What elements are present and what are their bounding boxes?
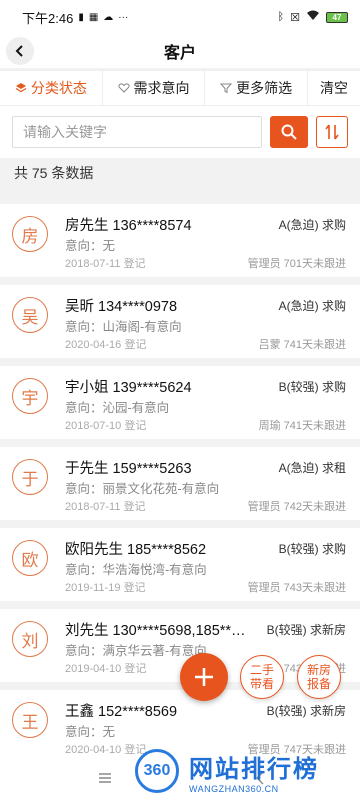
register-date: 2018-07-10 登记 <box>65 420 147 432</box>
register-date: 2019-11-19 登记 <box>65 582 146 594</box>
filter-category-label: 分类状态 <box>30 80 87 96</box>
watermark-logo: 360 <box>135 749 179 793</box>
customer-card[interactable]: 欧 欧阳先生 185****8562 B(较强) 求购 意向：华浩海悦湾-有意向… <box>0 528 360 601</box>
customer-intent: 意向：满京华云著-有意向 <box>65 644 207 658</box>
bluetooth-icon: ᛒ <box>277 11 285 23</box>
search-button[interactable] <box>270 116 308 148</box>
photo-icon: ▦ <box>88 11 99 23</box>
avatar: 欧 <box>12 540 48 576</box>
followup-status: 管理员 701天未跟进 <box>247 258 346 270</box>
customer-intent: 意向：华浩海悦湾-有意向 <box>65 563 207 577</box>
nav-bar: 客户 <box>0 34 360 68</box>
filter-more-label: 更多筛选 <box>236 80 293 96</box>
customer-card[interactable]: 宇 宇小姐 139****5624 B(较强) 求购 意向：沁园-有意向 201… <box>0 366 360 439</box>
customer-intent: 意向：沁园-有意向 <box>65 401 170 415</box>
customer-grade: A(急迫) 求购 <box>278 218 346 232</box>
filter-more[interactable]: 更多筛选 <box>205 71 309 105</box>
cloud-icon: ☁ <box>103 11 114 23</box>
filter-demand[interactable]: 需求意向 <box>103 71 206 105</box>
followup-status: 管理员 742天未跟进 <box>247 501 346 513</box>
sort-arrows-icon <box>325 124 339 140</box>
search-placeholder: 请输入关键字 <box>23 124 107 140</box>
sort-button[interactable] <box>316 116 348 148</box>
watermark-url: WANGZHAN360.CN <box>189 783 279 794</box>
wifi-icon <box>306 10 320 24</box>
add-customer-button[interactable] <box>180 653 228 701</box>
customer-name: 欧阳先生 185****8562 <box>65 542 207 558</box>
customer-grade: A(急迫) 求租 <box>278 461 346 475</box>
customer-intent: 意向：无 <box>65 239 116 253</box>
watermark: 360 网站排行榜 WANGZHAN360.CN <box>135 742 360 800</box>
customer-name: 宇小姐 139****5624 <box>65 380 192 396</box>
avatar: 王 <box>12 702 48 738</box>
customer-grade: B(较强) 求新房 <box>266 704 346 718</box>
search-input[interactable]: 请输入关键字 <box>12 116 262 148</box>
heart-icon <box>117 83 130 93</box>
customer-card[interactable]: 于 于先生 159****5263 A(急迫) 求租 意向：丽景文化花苑-有意向… <box>0 447 360 520</box>
customer-intent: 意向：山海阁-有意向 <box>65 320 182 334</box>
battery-icon: 47 <box>326 11 348 23</box>
result-count: 共 75 条数据 <box>0 158 360 188</box>
register-date: 2018-07-11 登记 <box>65 501 146 513</box>
back-button[interactable] <box>6 37 34 65</box>
search-row: 请输入关键字 <box>0 106 360 158</box>
followup-status: 吕蒙 741天未跟进 <box>258 339 346 351</box>
menu-icon[interactable] <box>98 772 112 784</box>
avatar: 宇 <box>12 378 48 414</box>
customer-card[interactable]: 房 房先生 136****8574 A(急迫) 求购 意向：无 2018-07-… <box>0 204 360 277</box>
customer-name: 房先生 136****8574 <box>65 218 192 234</box>
trash-icon: ▮ <box>78 11 84 23</box>
chevron-left-icon <box>15 45 23 57</box>
clear-label: 清空 <box>320 80 349 96</box>
filter-category[interactable]: 分类状态 <box>0 71 103 105</box>
watermark-title: 网站排行榜 <box>189 755 319 783</box>
customer-grade: B(较强) 求新房 <box>266 623 346 637</box>
followup-status: 周瑜 741天未跟进 <box>258 420 346 432</box>
customer-grade: A(急迫) 求购 <box>278 299 346 313</box>
result-count-text: 共 75 条数据 <box>14 165 94 181</box>
customer-intent: 意向：丽景文化花苑-有意向 <box>65 482 220 496</box>
page-title: 客户 <box>163 45 196 62</box>
status-bar: 下午2:46 ▮ ▦ ☁ ··· ᛒ ☒ 47 <box>0 0 360 34</box>
avatar: 房 <box>12 216 48 252</box>
register-date: 2020-04-16 登记 <box>65 339 147 351</box>
register-date: 2018-07-11 登记 <box>65 258 146 270</box>
avatar: 于 <box>12 459 48 495</box>
second-hand-viewing-button[interactable]: 二手 带看 <box>240 655 284 699</box>
clear-filters-button[interactable]: 清空 <box>308 71 360 105</box>
new-house-report-button[interactable]: 新房 报备 <box>297 655 341 699</box>
customer-name: 吴昕 134****0978 <box>65 299 178 315</box>
filter-demand-label: 需求意向 <box>133 80 190 96</box>
status-time: 下午2:46 <box>22 10 74 26</box>
customer-intent: 意向：无 <box>65 725 116 739</box>
customer-card[interactable]: 吴 吴昕 134****0978 A(急迫) 求购 意向：山海阁-有意向 202… <box>0 285 360 358</box>
customer-grade: B(较强) 求购 <box>278 542 346 556</box>
more-dots-icon: ··· <box>118 11 129 23</box>
filter-bar: 分类状态 需求意向 更多筛选 清空 <box>0 70 360 106</box>
funnel-icon <box>220 83 233 94</box>
customer-name: 于先生 159****5263 <box>65 461 192 477</box>
customer-name: 王鑫 152****8569 <box>65 704 178 720</box>
avatar: 吴 <box>12 297 48 333</box>
sim-icon: ☒ <box>290 11 300 24</box>
followup-status: 管理员 743天未跟进 <box>247 582 346 594</box>
plus-icon <box>195 668 213 686</box>
customer-name: 刘先生 130****5698,185**… <box>65 623 246 639</box>
customer-grade: B(较强) 求购 <box>278 380 346 394</box>
register-date: 2019-04-10 登记 <box>65 663 147 675</box>
search-icon <box>281 124 297 140</box>
layers-icon <box>15 83 27 93</box>
avatar: 刘 <box>12 621 48 657</box>
